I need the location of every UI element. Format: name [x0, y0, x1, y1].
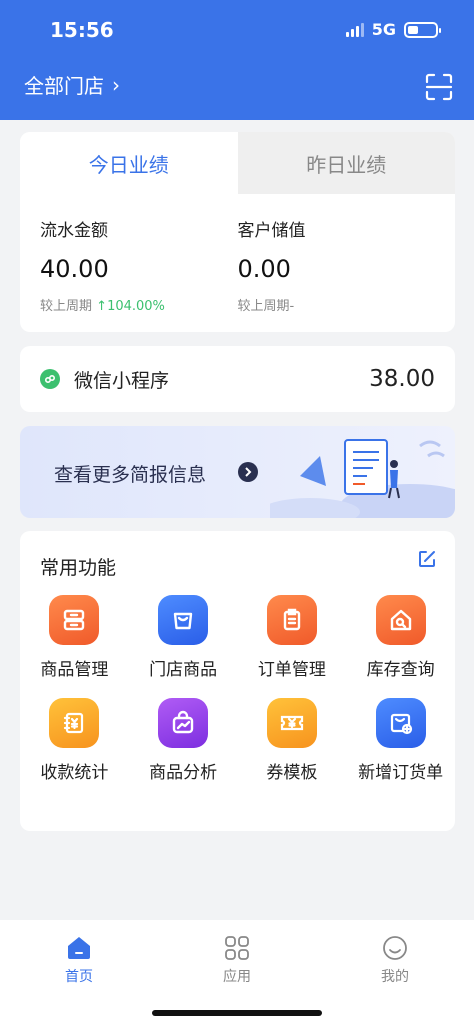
tabbar-label: 我的 — [381, 969, 409, 985]
drawer-icon — [49, 595, 100, 645]
arrow-right-icon — [238, 462, 258, 482]
store-label: 全部门店 — [24, 74, 104, 98]
func-product-analysis[interactable]: 商品分析 — [129, 698, 238, 783]
func-inventory-query[interactable]: 库存查询 — [346, 595, 455, 680]
home-icon — [68, 937, 90, 959]
house-search-icon — [375, 595, 426, 645]
report-banner[interactable]: 查看更多简报信息 — [20, 426, 455, 518]
functions-grid: 商品管理 门店商品 订单管理 库存查询 收款统计 商品分析 券模板 新增订货单 — [20, 595, 455, 783]
smile-icon — [383, 936, 407, 960]
channel-name: 微信小程序 — [74, 369, 170, 392]
tabbar-label: 首页 — [65, 969, 93, 985]
cart-add-icon — [375, 698, 426, 748]
tab-yesterday[interactable]: 昨日业绩 — [237, 132, 455, 194]
store-selector[interactable]: 全部门店 › — [24, 70, 120, 99]
compare-label: 较上周期 — [237, 299, 290, 314]
shopping-bag-icon — [158, 595, 209, 645]
report-illustration — [270, 439, 455, 518]
func-label: 商品分析 — [149, 763, 218, 783]
func-label: 库存查询 — [366, 660, 435, 680]
performance-card: 今日业绩 昨日业绩 流水金额 40.00 较上周期 ↑104.00% 客户储值 … — [20, 132, 455, 332]
compare-value: 104.00% — [107, 299, 165, 314]
banner-text: 查看更多简报信息 — [54, 464, 207, 486]
func-payment-stats[interactable]: 收款统计 — [20, 698, 129, 783]
tabbar-profile[interactable]: 我的 — [316, 920, 474, 1025]
channel-amount: 38.00 — [369, 366, 435, 392]
metric-label: 流水金额 — [40, 221, 108, 241]
channel-card[interactable]: 微信小程序 38.00 — [20, 346, 455, 412]
signal-icon — [345, 22, 364, 37]
performance-tabs: 今日业绩 昨日业绩 — [20, 132, 455, 194]
tabbar-home[interactable]: 首页 — [0, 920, 158, 1025]
func-store-products[interactable]: 门店商品 — [129, 595, 238, 680]
tab-today[interactable]: 今日业绩 — [20, 132, 238, 194]
metric-revenue: 流水金额 40.00 较上周期 ↑104.00% — [40, 216, 238, 314]
func-label: 订单管理 — [257, 660, 326, 680]
chevron-right-icon: › — [112, 72, 120, 97]
tabbar-label: 应用 — [223, 969, 251, 985]
compare-value: - — [289, 299, 295, 314]
yen-ticket-icon — [266, 698, 317, 748]
arrow-up-icon: ↑ — [96, 299, 108, 314]
home-indicator — [152, 1010, 322, 1016]
apps-grid-icon — [225, 936, 249, 960]
func-order-management[interactable]: 订单管理 — [238, 595, 347, 680]
func-label: 新增订货单 — [358, 763, 444, 783]
functions-title: 常用功能 — [40, 557, 117, 579]
battery-icon — [404, 21, 441, 38]
clipboard-icon — [266, 595, 317, 645]
app-header: 15:56 5G 全部门店 › — [0, 0, 474, 120]
edit-icon[interactable] — [417, 549, 437, 569]
func-label: 收款统计 — [40, 763, 109, 783]
yen-book-icon — [49, 698, 100, 748]
chart-bag-icon — [158, 698, 209, 748]
metric-compare: 较上周期 ↑104.00% — [40, 295, 238, 314]
func-label: 商品管理 — [40, 660, 109, 680]
metric-value: 0.00 — [237, 255, 291, 283]
func-coupon-template[interactable]: 券模板 — [238, 698, 347, 783]
status-time: 15:56 — [50, 18, 114, 42]
compare-label: 较上周期 — [40, 299, 93, 314]
network-label: 5G — [371, 20, 396, 39]
miniprogram-icon — [40, 369, 60, 389]
scan-icon[interactable] — [424, 72, 454, 102]
metric-label: 客户储值 — [237, 221, 306, 241]
func-label: 门店商品 — [149, 660, 218, 680]
func-new-purchase-order[interactable]: 新增订货单 — [346, 698, 455, 783]
func-label: 券模板 — [266, 763, 318, 783]
func-product-management[interactable]: 商品管理 — [20, 595, 129, 680]
status-indicators: 5G — [345, 20, 441, 39]
metric-compare: 较上周期- — [238, 295, 436, 314]
metric-value: 40.00 — [40, 255, 109, 283]
metric-stored-value: 客户储值 0.00 较上周期- — [238, 216, 436, 314]
functions-card: 常用功能 商品管理 门店商品 订单管理 库存查询 收款统计 商品分析 券模板 新… — [20, 531, 455, 831]
